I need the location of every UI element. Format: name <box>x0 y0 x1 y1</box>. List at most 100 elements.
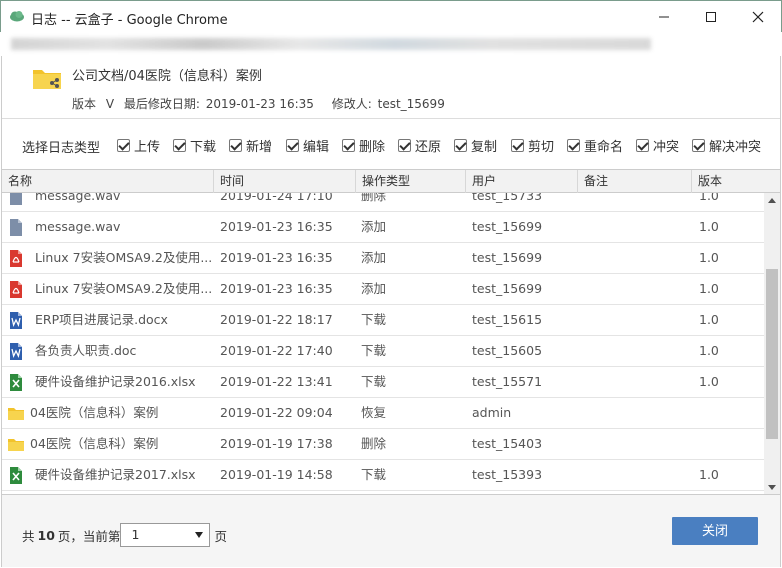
row-name[interactable]: Linux 7安装OMSA9.2及使用... <box>35 243 211 274</box>
row-time: 2019-01-22 17:40 <box>220 343 333 358</box>
total-prefix: 共 <box>22 528 35 544</box>
shared-folder-icon <box>33 70 61 89</box>
close-button[interactable]: 关闭 <box>672 517 758 545</box>
row-version: 1.0 <box>699 219 719 234</box>
table-row[interactable]: 04医院（信息科）案例 2019-01-22 09:04 恢复 admin <box>2 398 764 429</box>
filter-restore[interactable]: 还原 <box>398 136 441 155</box>
minimize-button[interactable] <box>641 1 687 33</box>
table-row[interactable]: ERP项目进展记录.docx 2019-01-22 18:17 下载 test_156… <box>2 305 764 336</box>
filter-cut[interactable]: 剪切 <box>511 136 554 155</box>
column-user[interactable]: 用户 <box>466 170 578 193</box>
row-name[interactable]: message.wav <box>35 193 211 212</box>
row-version: 1.0 <box>699 312 719 327</box>
modifier-label: 修改人: <box>331 97 372 111</box>
window-titlebar: 日志 -- 云盒子 - Google Chrome <box>0 0 782 32</box>
log-table: 名称 时间 操作类型 用户 备注 版本 message.wav 2019-01-2… <box>2 170 780 494</box>
checkbox-checked-icon[interactable] <box>511 139 524 152</box>
row-operation: 下载 <box>361 374 387 389</box>
table-row[interactable]: 04医院（信息科）案例 2019-01-19 17:38 删除 test_15403 <box>2 429 764 460</box>
row-time: 2019-01-23 16:35 <box>220 219 333 234</box>
row-name[interactable]: 04医院（信息科）案例 <box>30 429 206 460</box>
column-name[interactable]: 名称 <box>2 170 214 193</box>
row-version <box>699 429 759 460</box>
table-row[interactable]: message.wav 2019-01-23 16:35 添加 test_15699 1… <box>2 212 764 243</box>
row-name[interactable]: 硬件设备维护记录2017.xlsx <box>35 460 211 491</box>
table-row[interactable]: Linux 7安装OMSA9.2及使用... 2019-01-23 16:35 添加… <box>2 243 764 274</box>
row-operation: 恢复 <box>361 405 387 420</box>
row-operation: 下载 <box>361 312 387 327</box>
audio-file-icon <box>8 193 24 205</box>
row-time: 2019-01-23 16:35 <box>220 281 333 296</box>
scroll-thumb[interactable] <box>766 269 778 439</box>
arrow-up-icon <box>768 197 776 203</box>
table-body: message.wav 2019-01-24 17:10 删除 test_15733 1… <box>2 193 764 494</box>
filter-copy[interactable]: 复制 <box>454 136 497 155</box>
version-value: V <box>105 97 115 111</box>
column-operation[interactable]: 操作类型 <box>356 170 466 193</box>
file-header: 公司文档/04医院（信息科）案例 版本 V 最后修改日期: 2019-01-23… <box>2 56 780 118</box>
minimize-icon <box>659 16 669 18</box>
row-operation: 删除 <box>361 193 387 203</box>
table-row[interactable]: 各负责人职责.doc 2019-01-22 17:40 下载 test_15605 1.… <box>2 336 764 367</box>
filter-label: 选择日志类型 <box>22 141 101 156</box>
checkbox-checked-icon[interactable] <box>173 139 186 152</box>
arrow-down-icon <box>768 484 776 490</box>
checkbox-checked-icon[interactable] <box>398 139 411 152</box>
excel-file-icon <box>8 467 24 484</box>
row-note <box>584 336 692 367</box>
filter-delete[interactable]: 删除 <box>342 136 385 155</box>
column-time[interactable]: 时间 <box>214 170 356 193</box>
vertical-scrollbar[interactable] <box>764 193 780 494</box>
checkbox-checked-icon[interactable] <box>692 139 705 152</box>
row-operation: 删除 <box>361 436 387 451</box>
row-name[interactable]: ERP项目进展记录.docx <box>35 305 211 336</box>
table-row[interactable]: 硬件设备维护记录2017.xlsx 2019-01-19 14:58 下载 test_… <box>2 460 764 491</box>
maximize-button[interactable] <box>688 1 734 33</box>
row-name[interactable]: Linux 7安装OMSA9.2及使用... <box>35 274 211 305</box>
checkbox-checked-icon[interactable] <box>342 139 355 152</box>
filter-upload[interactable]: 上传 <box>117 136 160 155</box>
maximize-icon <box>706 12 716 22</box>
cloud-app-icon <box>10 11 24 22</box>
address-bar[interactable] <box>1 32 781 56</box>
row-user: test_15699 <box>472 281 543 296</box>
filter-conflict[interactable]: 冲突 <box>636 136 679 155</box>
checkbox-checked-icon[interactable] <box>454 139 467 152</box>
row-user: admin <box>472 405 512 420</box>
scroll-down-button[interactable] <box>764 480 780 494</box>
checkbox-checked-icon[interactable] <box>117 139 130 152</box>
row-user: test_15615 <box>472 312 543 327</box>
filter-add[interactable]: 新增 <box>229 136 272 155</box>
pdf-file-icon <box>8 281 24 298</box>
table-row[interactable]: message.wav 2019-01-24 17:10 删除 test_15733 1… <box>2 193 764 212</box>
checkbox-checked-icon[interactable] <box>286 139 299 152</box>
page-select[interactable]: 1 <box>120 523 211 547</box>
scroll-up-button[interactable] <box>764 193 780 207</box>
log-dialog: 公司文档/04医院（信息科）案例 版本 V 最后修改日期: 2019-01-23… <box>1 56 781 567</box>
table-row[interactable]: 硬件设备维护记录2016.xlsx 2019-01-22 13:41 下载 test_… <box>2 367 764 398</box>
column-note[interactable]: 备注 <box>578 170 692 193</box>
row-user: test_15699 <box>472 219 543 234</box>
modified-value: 2019-01-23 16:35 <box>205 97 314 111</box>
filter-rename[interactable]: 重命名 <box>567 136 623 155</box>
version-label: 版本 <box>72 97 97 111</box>
filter-resolve-conflict[interactable]: 解决冲突 <box>692 136 761 155</box>
row-note <box>584 274 692 305</box>
filter-download[interactable]: 下载 <box>173 136 216 155</box>
column-version[interactable]: 版本 <box>692 170 780 193</box>
checkbox-checked-icon[interactable] <box>636 139 649 152</box>
close-window-button[interactable] <box>735 1 781 33</box>
row-operation: 下载 <box>361 343 387 358</box>
row-name[interactable]: message.wav <box>35 212 211 243</box>
row-name[interactable]: 硬件设备维护记录2016.xlsx <box>35 367 211 398</box>
filter-edit[interactable]: 编辑 <box>286 136 329 155</box>
row-operation: 添加 <box>361 281 387 296</box>
row-note <box>584 243 692 274</box>
row-name[interactable]: 各负责人职责.doc <box>35 336 211 367</box>
checkbox-checked-icon[interactable] <box>229 139 242 152</box>
checkbox-checked-icon[interactable] <box>567 139 580 152</box>
row-name[interactable]: 04医院（信息科）案例 <box>30 398 206 429</box>
table-row[interactable]: Linux 7安装OMSA9.2及使用... 2019-01-23 16:35 添加… <box>2 274 764 305</box>
blurred-url <box>11 38 651 50</box>
row-version: 1.0 <box>699 467 719 482</box>
